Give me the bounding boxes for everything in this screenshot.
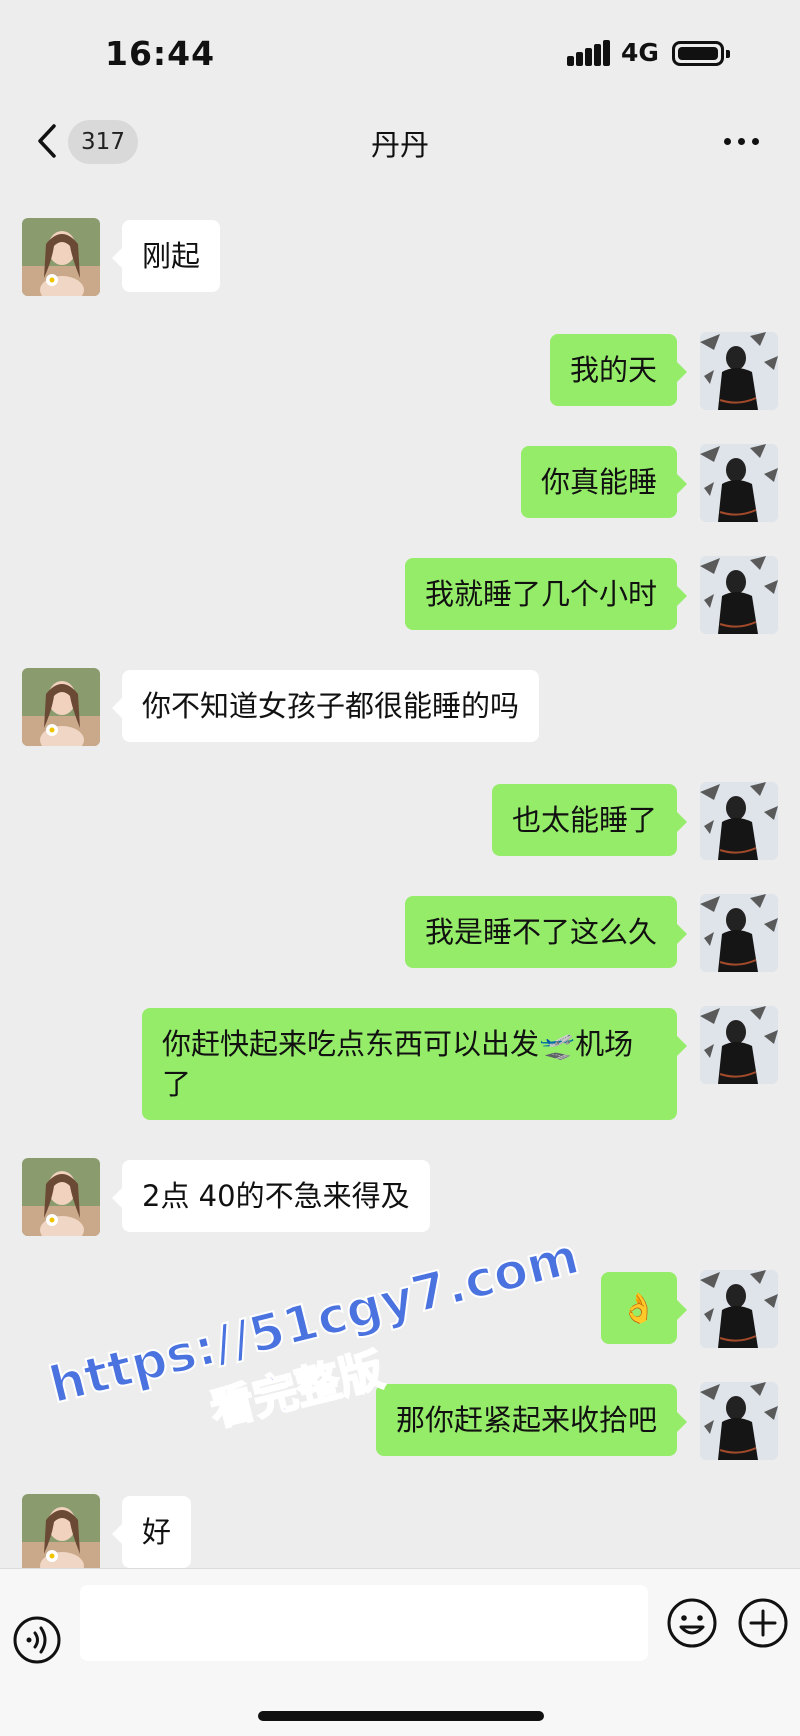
emoji-icon: [667, 1598, 717, 1648]
message-bubble[interactable]: 好: [111, 1496, 192, 1568]
voice-button[interactable]: [12, 1615, 62, 1665]
status-time: 16:44: [105, 34, 216, 73]
message-bubble[interactable]: 我就睡了几个小时: [404, 558, 688, 630]
signal-icon: [567, 40, 611, 66]
message-bubble[interactable]: 也太能睡了: [491, 784, 688, 856]
contact-avatar[interactable]: [22, 1494, 100, 1568]
message-bubble[interactable]: 我的天: [549, 334, 688, 406]
battery-icon: [672, 41, 730, 66]
status-bar: 16:44 4G: [0, 0, 800, 100]
message-bubble[interactable]: 我是睡不了这么久: [404, 896, 688, 968]
more-button[interactable]: [722, 136, 762, 146]
chat-header: 317 丹丹: [0, 100, 800, 184]
my-avatar[interactable]: [700, 894, 778, 972]
more-functions-button[interactable]: [737, 1597, 789, 1649]
message-list[interactable]: 刚起 我的天 你真能睡 我就睡了几个小时 你不知道女孩子都很能睡的吗 也太能睡了: [0, 184, 800, 1568]
message-bubble[interactable]: 你不知道女孩子都很能睡的吗: [111, 670, 540, 742]
my-avatar[interactable]: [700, 556, 778, 634]
message-bubble[interactable]: 你真能睡: [520, 446, 688, 518]
home-indicator[interactable]: [258, 1711, 544, 1721]
contact-avatar[interactable]: [22, 1158, 100, 1236]
contact-avatar[interactable]: [22, 668, 100, 746]
message-bubble[interactable]: 你赶快起来吃点东西可以出发🛫机场了: [142, 1008, 687, 1120]
message-bubble[interactable]: 刚起: [111, 220, 221, 292]
my-avatar[interactable]: [700, 1006, 778, 1084]
emoji-button[interactable]: [666, 1597, 718, 1649]
voice-icon: [13, 1616, 61, 1664]
message-bubble[interactable]: 那你赶紧起来收拾吧: [375, 1384, 688, 1456]
my-avatar[interactable]: [700, 782, 778, 860]
my-avatar[interactable]: [700, 444, 778, 522]
contact-avatar[interactable]: [22, 218, 100, 296]
my-avatar[interactable]: [700, 332, 778, 410]
message-bubble[interactable]: 2点 40的不急来得及: [112, 1160, 430, 1232]
message-input[interactable]: [80, 1585, 648, 1661]
network-type: 4G: [621, 38, 659, 67]
plus-icon: [738, 1598, 788, 1648]
message-bubble[interactable]: 👌: [600, 1272, 688, 1344]
my-avatar[interactable]: [700, 1382, 778, 1460]
my-avatar[interactable]: [700, 1270, 778, 1348]
chat-title: 丹丹: [370, 128, 429, 162]
